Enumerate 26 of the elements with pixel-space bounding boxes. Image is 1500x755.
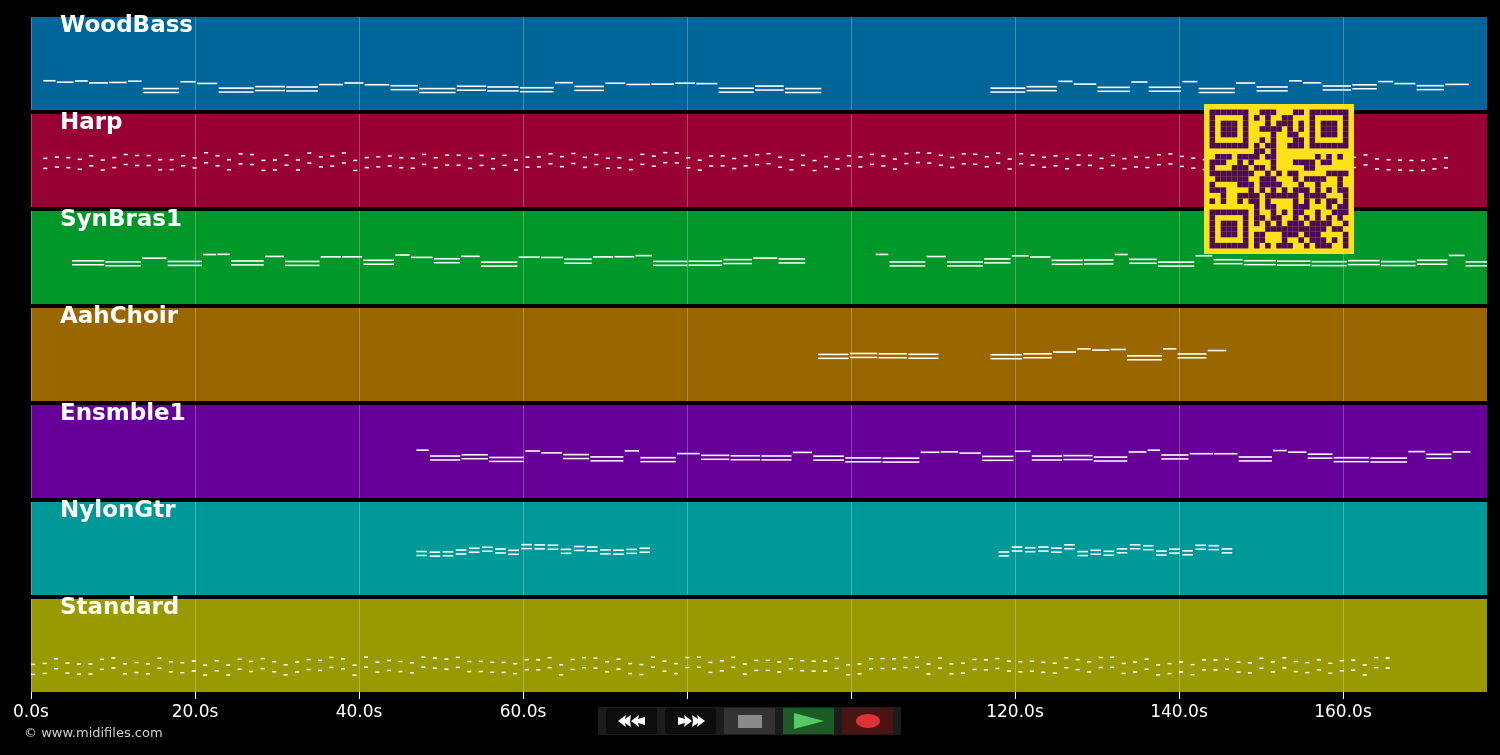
track-name: WoodBass (60, 10, 194, 38)
time-label: 160.0s (1314, 700, 1372, 722)
rewind-button[interactable] (606, 708, 657, 734)
rewind-icon (617, 714, 646, 728)
play-icon (793, 713, 824, 729)
track-name: Harp (60, 107, 123, 135)
fast-forward-button[interactable] (665, 708, 716, 734)
copyright-text: © www.midifiles.com (24, 725, 163, 741)
track-name: AahChoir (60, 301, 178, 329)
track-name: SynBras1 (60, 204, 183, 232)
time-label: 40.0s (335, 700, 383, 722)
qr-code-icon (1204, 104, 1354, 254)
track-name: Standard (60, 592, 180, 620)
time-label: 140.0s (1150, 700, 1208, 722)
stop-button[interactable] (724, 708, 775, 734)
time-label: 60.0s (499, 700, 547, 722)
stop-icon (737, 714, 762, 728)
play-button[interactable] (783, 708, 834, 734)
time-label: 120.0s (986, 700, 1044, 722)
time-label: 20.0s (171, 700, 219, 722)
record-button[interactable] (842, 708, 893, 734)
record-icon (855, 714, 880, 728)
track-name: Ensmble1 (60, 398, 186, 426)
time-label: 0.0s (13, 700, 49, 722)
track-name: NylonGtr (60, 495, 176, 523)
fast-forward-icon (676, 714, 705, 728)
